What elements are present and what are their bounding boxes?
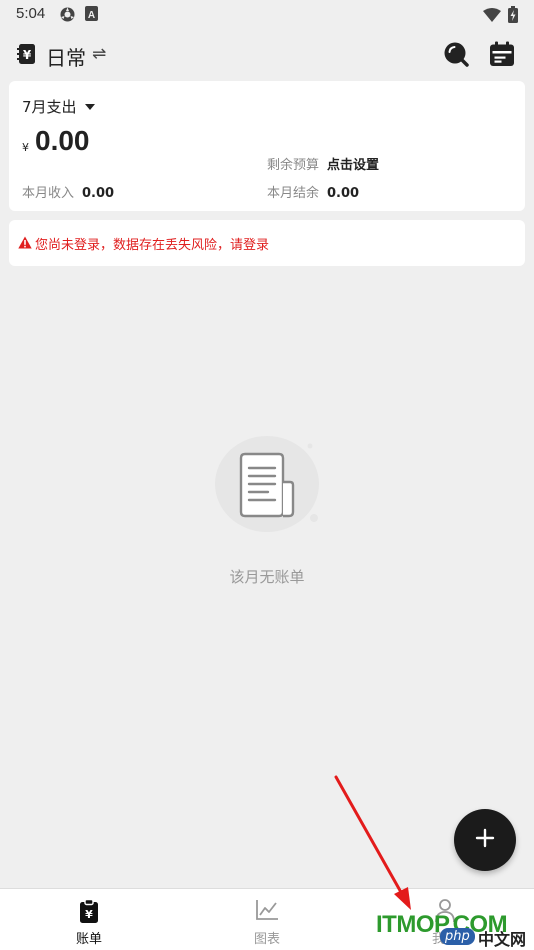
watermark-badge: php [440,928,475,945]
annotation-arrow-icon [0,0,534,950]
watermark-site: 中文网 [478,930,527,949]
